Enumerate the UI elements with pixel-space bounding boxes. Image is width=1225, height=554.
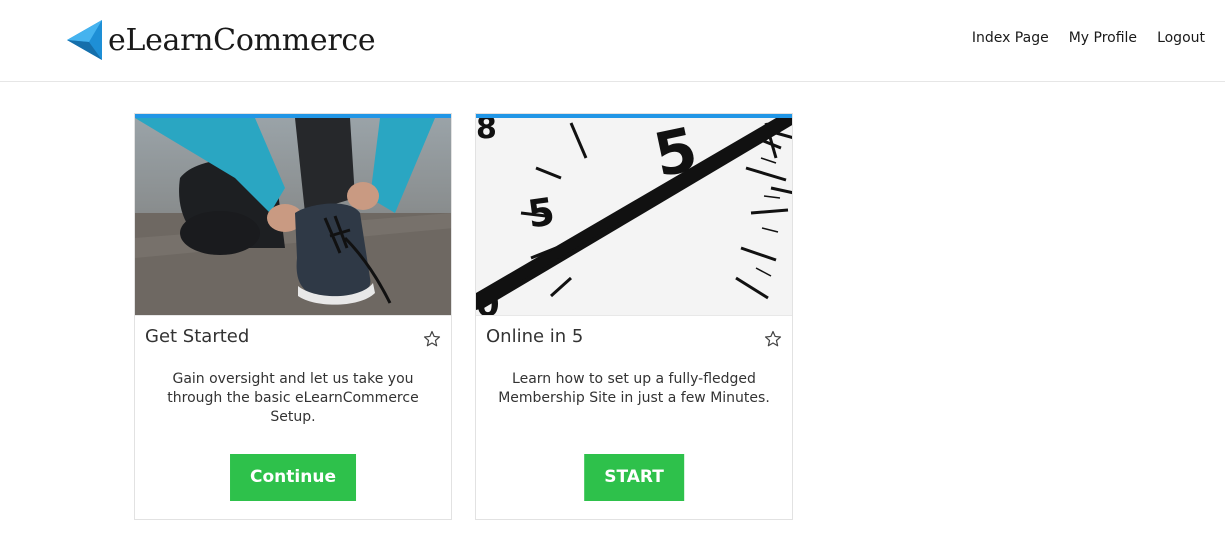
card-title: Online in 5	[486, 326, 584, 347]
nav-logout[interactable]: Logout	[1157, 30, 1205, 46]
card-image-stopwatch[interactable]: 5 5 8 0	[476, 118, 792, 316]
continue-button[interactable]: Continue	[230, 454, 356, 501]
course-card-online-in-5[interactable]: 5 5 8 0 Online in 5 Learn how to set up …	[475, 113, 793, 520]
star-outline-icon[interactable]	[423, 330, 441, 352]
course-card-get-started[interactable]: Get Started Gain oversight and let us ta…	[134, 113, 452, 520]
nav-index-page[interactable]: Index Page	[972, 30, 1049, 46]
svg-text:8: 8	[476, 118, 497, 146]
logo[interactable]: eLearnCommerce	[67, 18, 376, 62]
nav-my-profile[interactable]: My Profile	[1069, 30, 1137, 46]
card-image-runner[interactable]	[135, 118, 451, 316]
card-description: Gain oversight and let us take you throu…	[167, 371, 419, 425]
card-title-row: Online in 5	[476, 316, 792, 358]
card-description: Learn how to set up a fully-fledged Memb…	[498, 371, 770, 406]
start-button[interactable]: START	[584, 454, 684, 501]
site-header: eLearnCommerce Index Page My Profile Log…	[0, 0, 1225, 82]
logo-text: eLearnCommerce	[108, 22, 376, 58]
card-title: Get Started	[145, 326, 250, 347]
logo-icon	[67, 20, 102, 60]
card-title-row: Get Started	[135, 316, 451, 358]
main-nav: Index Page My Profile Logout	[972, 30, 1205, 46]
star-outline-icon[interactable]	[764, 330, 782, 352]
